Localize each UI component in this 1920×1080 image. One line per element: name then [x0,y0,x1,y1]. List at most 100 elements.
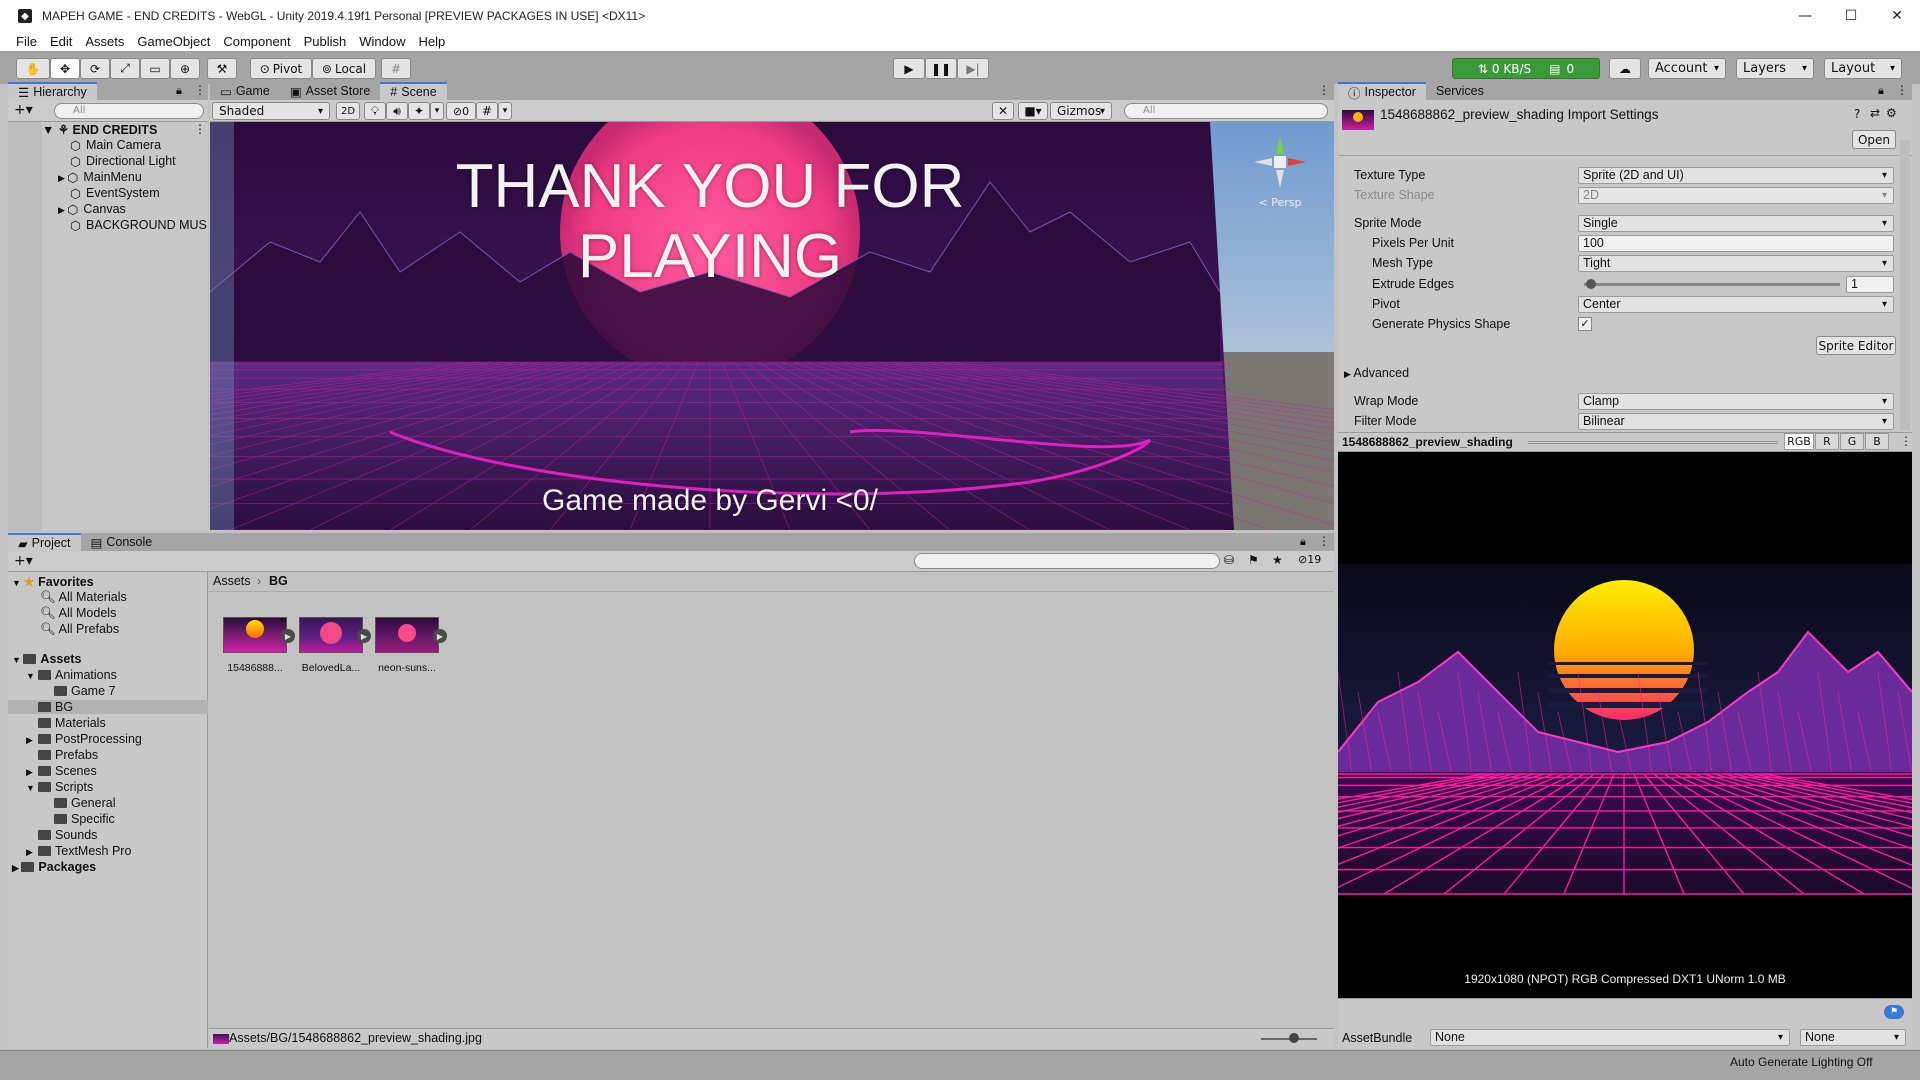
panel-menu-icon[interactable]: ⋮ [1318,534,1330,548]
2d-toggle[interactable]: 2D [336,102,360,120]
close-button[interactable]: ✕ [1874,0,1920,32]
lock-icon[interactable]: 🔒︎ [1300,535,1306,549]
menu-file[interactable]: File [16,34,37,49]
inspector-scrollbar[interactable] [1900,140,1910,430]
play-preview-icon[interactable]: ▶ [281,629,295,643]
preview-drag-handle[interactable] [1528,441,1778,444]
persp-label[interactable]: < Persp [1250,196,1310,209]
folder-item[interactable]: ▼ Scripts [26,780,93,794]
tab-asset-store[interactable]: ▣ Asset Store [280,82,380,100]
folder-item[interactable]: Prefabs [26,748,98,762]
search-by-label-icon[interactable]: ⚑ [1248,553,1259,567]
search-by-type-icon[interactable]: ⛁ [1224,553,1234,567]
folder-item[interactable]: Sounds [26,828,97,842]
rotate-tool-icon[interactable]: ⟳ [80,58,110,79]
channel-g-toggle[interactable]: G [1840,433,1864,450]
assets-root[interactable]: ▼ Assets [12,652,81,666]
hand-tool-icon[interactable]: ✋ [16,58,50,79]
extrude-input[interactable]: 1 [1846,276,1894,293]
tab-services[interactable]: Services [1426,82,1494,100]
lighting-status[interactable]: Auto Generate Lighting Off [1730,1055,1873,1069]
rect-tool-icon[interactable]: ▭ [140,58,170,79]
play-preview-icon[interactable]: ▶ [357,629,371,643]
favorite-item[interactable]: 🔍︎ All Prefabs [40,622,119,637]
scene-root[interactable]: ▼ ⚘ END CREDITS [42,122,157,137]
filter-mode-dropdown[interactable]: Bilinear [1578,413,1894,430]
lock-icon[interactable]: 🔒︎ [176,84,182,98]
channel-rgb-toggle[interactable]: RGB [1784,433,1814,450]
asset-thumbnail[interactable] [375,617,439,653]
snap-grid-icon[interactable]: # [381,58,411,79]
scale-tool-icon[interactable]: ⤢ [110,58,140,79]
scene-menu-icon[interactable]: ⋮ [194,122,206,136]
layout-dropdown[interactable]: Layout [1824,58,1902,79]
hierarchy-item[interactable]: ▶ ⬡ Canvas [58,202,126,217]
expand-arrow-icon[interactable]: ▼ [26,671,38,681]
panel-menu-icon[interactable]: ⋮ [1896,83,1908,97]
play-preview-icon[interactable]: ▶ [433,629,447,643]
sprite-editor-button[interactable]: Sprite Editor [1816,336,1896,355]
scene-view[interactable]: THANK YOU FOR PLAYING Game made by Gervi… [210,122,1334,530]
menu-component[interactable]: Component [223,34,290,49]
help-icon[interactable]: ? [1854,107,1860,121]
favorite-star-icon[interactable]: ★ [1272,553,1283,567]
effects-toggle-icon[interactable]: ✦ [408,102,430,120]
hierarchy-item[interactable]: ⬡ Directional Light [70,154,176,169]
lock-icon[interactable]: 🔒︎ [1878,84,1884,98]
account-dropdown[interactable]: Account [1648,58,1726,79]
lighting-toggle-icon[interactable]: 💡︎ [364,102,386,120]
collab-status[interactable]: ⇅ 0 KB/S ▤ 0 [1452,58,1600,79]
minimize-button[interactable]: — [1782,0,1828,32]
mesh-type-dropdown[interactable]: Tight [1578,255,1894,272]
cloud-icon[interactable]: ☁ [1609,58,1641,79]
ppu-input[interactable]: 100 [1578,235,1894,252]
folder-item[interactable]: BG [8,700,208,714]
folder-item[interactable]: ▶ Scenes [26,764,97,778]
collapsed-arrow-icon[interactable]: ▶ [26,767,38,778]
hidden-objects-toggle[interactable]: ⊘ 0 [446,102,476,120]
favorite-item[interactable]: 🔍︎ All Materials [40,590,127,605]
preset-icon[interactable]: ⇄ [1870,106,1880,120]
slider-handle[interactable] [1289,1033,1299,1043]
play-button[interactable]: ▶ [893,58,925,79]
assetbundle-variant-dropdown[interactable]: None [1800,1029,1906,1046]
tab-console[interactable]: ▤ Console [81,533,163,551]
maximize-button[interactable]: ☐ [1828,0,1874,32]
folder-item[interactable]: Game 7 [42,684,115,698]
grid-dropdown-icon[interactable]: ▾ [498,102,512,120]
create-add-icon[interactable]: +▾ [14,102,33,118]
favorite-item[interactable]: 🔍︎ All Models [40,606,116,621]
texture-type-dropdown[interactable]: Sprite (2D and UI) [1578,167,1894,184]
asset-thumbnail[interactable] [223,617,287,653]
shading-dropdown[interactable]: Shaded [212,102,330,120]
advanced-foldout[interactable]: ▶ Advanced [1344,366,1409,380]
folder-item[interactable]: ▼ Animations [26,668,117,682]
effects-dropdown-icon[interactable]: ▾ [430,102,444,120]
tab-inspector[interactable]: ⓘ Inspector [1338,82,1426,101]
pause-button[interactable]: ❚❚ [925,58,957,79]
panel-menu-icon[interactable]: ⋮ [1318,83,1330,97]
asset-thumbnail[interactable] [299,617,363,653]
open-button[interactable]: Open [1852,130,1896,149]
hierarchy-item[interactable]: ▶ ⬡ MainMenu [58,170,142,185]
menu-publish[interactable]: Publish [304,34,347,49]
scene-search[interactable]: All [1124,103,1328,119]
tab-scene[interactable]: # Scene [380,82,447,100]
grid-toggle-icon[interactable]: # [476,102,498,120]
label-tag-icon[interactable]: ⚑ [1884,1005,1904,1019]
custom-tool-icon[interactable]: ⚒ [207,58,237,79]
folder-item[interactable]: Materials [26,716,106,730]
hidden-packages-toggle[interactable]: ⊘19 [1298,553,1321,566]
folder-item[interactable]: ▶ PostProcessing [26,732,142,746]
camera-icon[interactable]: ■▾ [1018,102,1048,120]
packages-root[interactable]: ▶ Packages [12,860,96,874]
hierarchy-item[interactable]: ⬡ BACKGROUND MUSI [70,218,208,232]
hierarchy-item[interactable]: ⬡ Main Camera [70,138,161,153]
settings-gear-icon[interactable]: ⚙ [1886,106,1897,120]
favorites-header[interactable]: ▼ ★ Favorites [12,574,94,589]
pivot-dropdown[interactable]: Center [1578,296,1894,313]
transform-tool-icon[interactable]: ⊕ [170,58,200,79]
asset-label[interactable]: neon-suns... [373,662,441,674]
menu-edit[interactable]: Edit [50,34,72,49]
breadcrumb-assets[interactable]: Assets [213,574,251,588]
